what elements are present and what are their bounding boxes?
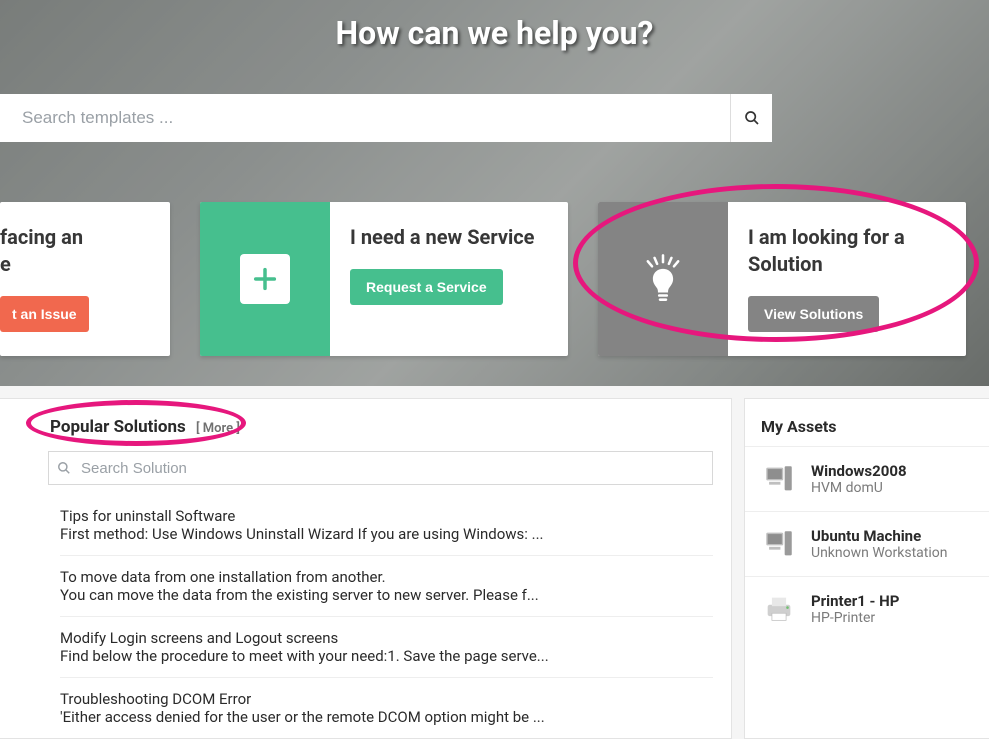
asset-item[interactable]: Printer1 - HP HP-Printer bbox=[745, 576, 989, 641]
search-icon bbox=[744, 110, 760, 126]
my-assets-title: My Assets bbox=[761, 417, 837, 436]
solution-item-title: Tips for uninstall Software bbox=[60, 507, 713, 525]
request-service-button[interactable]: Request a Service bbox=[350, 269, 503, 305]
hero-title: How can we help you? bbox=[0, 0, 989, 52]
asset-name: Windows2008 bbox=[811, 462, 907, 480]
lightbulb-icon bbox=[636, 252, 690, 306]
service-card-icon-area bbox=[200, 202, 330, 356]
solution-item-desc: You can move the data from the existing … bbox=[60, 586, 713, 604]
solution-list: Tips for uninstall Software First method… bbox=[60, 495, 713, 738]
asset-item[interactable]: Windows2008 HVM domU bbox=[745, 446, 989, 511]
asset-sub: Unknown Workstation bbox=[811, 545, 948, 561]
hero-banner: How can we help you? facing an e t an Is… bbox=[0, 0, 989, 386]
global-search-button[interactable] bbox=[730, 94, 772, 142]
view-solutions-button[interactable]: View Solutions bbox=[748, 296, 879, 332]
printer-icon bbox=[761, 591, 797, 627]
solution-card: I am looking for a Solution View Solutio… bbox=[598, 202, 966, 356]
asset-name: Printer1 - HP bbox=[811, 592, 899, 610]
solution-search-input[interactable] bbox=[79, 459, 704, 478]
popular-solutions-panel: Popular Solutions [ More ] Tips for unin… bbox=[0, 398, 732, 739]
solution-card-title: I am looking for a Solution bbox=[748, 224, 946, 278]
asset-name: Ubuntu Machine bbox=[811, 527, 948, 545]
global-search-input[interactable] bbox=[0, 94, 730, 142]
global-search bbox=[0, 94, 772, 142]
action-cards-row: facing an e t an Issue I need a new Serv… bbox=[0, 202, 989, 356]
solution-item[interactable]: To move data from one installation from … bbox=[60, 555, 713, 616]
popular-solutions-header: Popular Solutions [ More ] bbox=[0, 399, 731, 451]
lower-section: Popular Solutions [ More ] Tips for unin… bbox=[0, 386, 989, 739]
solution-item-title: Modify Login screens and Logout screens bbox=[60, 629, 713, 647]
solution-search bbox=[48, 451, 713, 485]
asset-sub: HVM domU bbox=[811, 480, 907, 496]
solution-item-desc: Find below the procedure to meet with yo… bbox=[60, 647, 713, 665]
solution-card-icon-area bbox=[598, 202, 728, 356]
asset-item[interactable]: Ubuntu Machine Unknown Workstation bbox=[745, 511, 989, 576]
workstation-icon bbox=[761, 526, 797, 562]
service-card-title: I need a new Service bbox=[350, 224, 548, 251]
my-assets-header: My Assets bbox=[745, 399, 989, 446]
asset-sub: HP-Printer bbox=[811, 610, 899, 626]
solution-item-desc: First method: Use Windows Uninstall Wiza… bbox=[60, 525, 713, 543]
popular-solutions-title: Popular Solutions bbox=[50, 417, 186, 437]
service-card: I need a new Service Request a Service bbox=[200, 202, 568, 356]
solution-item-title: To move data from one installation from … bbox=[60, 568, 713, 586]
report-issue-button[interactable]: t an Issue bbox=[0, 296, 89, 332]
search-icon bbox=[57, 461, 71, 475]
issue-card: facing an e t an Issue bbox=[0, 202, 170, 356]
popular-solutions-more-link[interactable]: [ More ] bbox=[196, 421, 240, 436]
solution-item[interactable]: Tips for uninstall Software First method… bbox=[60, 495, 713, 555]
my-assets-panel: My Assets Windows2008 HVM domU bbox=[744, 398, 989, 739]
issue-card-title: facing an e bbox=[0, 224, 158, 278]
solution-item-desc: 'Either access denied for the user or th… bbox=[60, 708, 713, 726]
solution-item[interactable]: Troubleshooting DCOM Error 'Either acces… bbox=[60, 677, 713, 738]
plus-icon bbox=[240, 254, 290, 304]
solution-item[interactable]: Modify Login screens and Logout screens … bbox=[60, 616, 713, 677]
workstation-icon bbox=[761, 461, 797, 497]
